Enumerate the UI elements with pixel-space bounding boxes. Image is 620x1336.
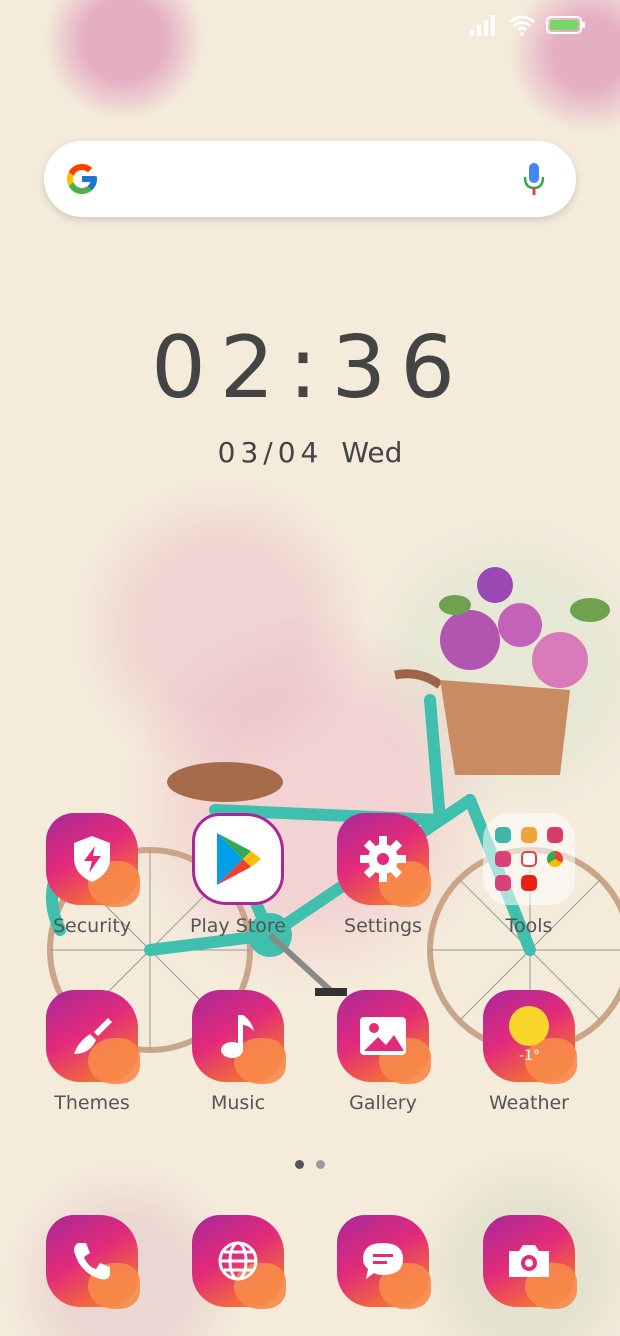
app-settings[interactable]: Settings <box>328 813 438 937</box>
app-weather[interactable]: -1° Weather <box>474 990 584 1114</box>
app-play-store-icon-wrap <box>192 813 284 905</box>
sun-cloud-icon <box>509 1006 549 1046</box>
gear-icon <box>360 836 406 882</box>
dock-browser-icon-wrap <box>192 1215 286 1309</box>
battery-icon <box>546 16 585 34</box>
weather-temp: -1° <box>519 1048 540 1064</box>
google-g-icon <box>67 164 97 194</box>
app-gallery-icon-wrap <box>337 990 431 1084</box>
dock-phone[interactable] <box>37 1215 147 1309</box>
image-icon <box>360 1017 406 1055</box>
app-label: Themes <box>54 1092 130 1114</box>
mini-app-icon <box>495 827 511 843</box>
page-dot-active[interactable] <box>295 1160 304 1169</box>
music-note-icon <box>221 1015 254 1058</box>
mini-app-icon <box>521 827 537 843</box>
app-gallery[interactable]: Gallery <box>328 990 438 1114</box>
app-play-store[interactable]: Play Store <box>183 813 293 937</box>
mini-app-icon <box>495 851 511 867</box>
app-music[interactable]: Music <box>183 990 293 1114</box>
phone-icon <box>74 1243 110 1280</box>
shield-bolt-icon <box>74 836 110 882</box>
message-icon <box>363 1243 403 1279</box>
wifi-icon <box>509 15 535 36</box>
dock-phone-icon-wrap <box>46 1215 140 1309</box>
mini-app-icon <box>521 875 537 891</box>
app-label: Gallery <box>349 1092 417 1114</box>
app-music-icon-wrap <box>192 990 286 1084</box>
date-text: 03/04 <box>217 436 324 469</box>
dock-camera[interactable] <box>474 1215 584 1309</box>
mini-app-icon <box>495 875 511 891</box>
signal-icon <box>470 15 495 36</box>
app-themes[interactable]: Themes <box>37 990 147 1114</box>
app-label: Security <box>52 915 132 937</box>
clock-date[interactable]: 03/04 Wed <box>0 436 620 469</box>
globe-icon <box>218 1241 258 1281</box>
page-indicator[interactable] <box>0 1160 620 1169</box>
play-store-icon <box>217 833 261 885</box>
dock-messages[interactable] <box>328 1215 438 1309</box>
paintbrush-icon <box>74 1018 112 1054</box>
app-security[interactable]: Security <box>37 813 147 937</box>
dock-messages-icon-wrap <box>337 1215 431 1309</box>
google-search-bar[interactable] <box>44 141 576 217</box>
app-security-icon-wrap <box>46 813 140 907</box>
folder-tools[interactable]: Tools <box>474 813 584 937</box>
clock-time[interactable]: 02:36 <box>0 318 620 418</box>
app-label: Music <box>210 1092 266 1114</box>
folder-icon-wrap <box>483 813 575 905</box>
dock-browser[interactable] <box>183 1215 293 1309</box>
app-settings-icon-wrap <box>337 813 431 907</box>
app-label: Weather <box>489 1092 569 1114</box>
app-themes-icon-wrap <box>46 990 140 1084</box>
app-label: Play Store <box>190 915 286 937</box>
app-label: Tools <box>505 915 553 937</box>
mini-app-icon <box>521 851 537 867</box>
app-label: Settings <box>344 915 422 937</box>
mini-app-icon <box>547 827 563 843</box>
status-bar <box>0 0 620 52</box>
app-weather-icon-wrap: -1° <box>483 990 577 1084</box>
dock-camera-icon-wrap <box>483 1215 577 1309</box>
weekday-text: Wed <box>341 436 403 469</box>
camera-icon <box>509 1245 549 1277</box>
mic-icon[interactable] <box>522 161 546 197</box>
mini-app-icon <box>547 851 563 867</box>
page-dot[interactable] <box>316 1160 325 1169</box>
